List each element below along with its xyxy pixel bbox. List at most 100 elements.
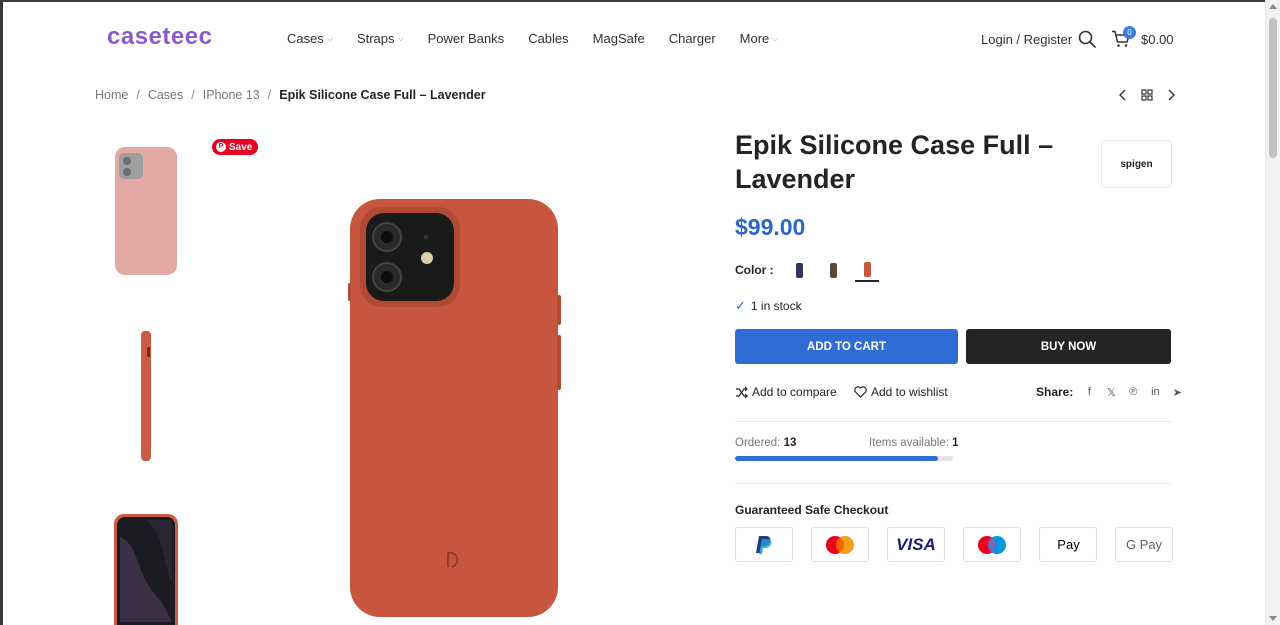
google-pay-text: G Pay [1125, 537, 1163, 552]
apple-pay-logo: Pay [1039, 527, 1097, 562]
nav-label: Cables [528, 31, 569, 46]
scroll-down-arrow-icon[interactable] [1269, 616, 1277, 621]
color-swatches [787, 258, 879, 282]
visa-logo: VISA [887, 527, 945, 562]
save-label: Save [229, 141, 253, 153]
grid-icon[interactable] [1140, 88, 1154, 102]
login-register-link[interactable]: Login / Register [981, 32, 1072, 47]
paypal-icon [756, 535, 772, 554]
add-to-wishlist-link[interactable]: Add to wishlist [854, 385, 948, 399]
google-pay-logo: G Pay [1115, 527, 1173, 562]
swatch-brown[interactable] [821, 258, 845, 282]
scrollbar-thumb[interactable] [1269, 18, 1277, 158]
maestro-logo [963, 527, 1021, 562]
add-to-compare-link[interactable]: Add to compare [735, 385, 837, 399]
nav-item-magsafe[interactable]: MagSafe [593, 31, 645, 46]
ordered-value: 13 [783, 437, 797, 449]
stock-status: ✓ 1 in stock [735, 298, 802, 314]
stock-text: 1 in stock [750, 299, 802, 313]
nav-label: Cases [287, 31, 324, 46]
cart-total[interactable]: $0.00 [1141, 32, 1174, 47]
ordered-label: Ordered: [735, 437, 781, 449]
visa-text: VISA [896, 534, 936, 554]
chevron-left-icon[interactable] [1116, 88, 1130, 102]
chevron-down-icon: ⌵ [772, 33, 779, 43]
apple-pay-text: Pay [1057, 537, 1080, 552]
swatch-navy-preview [795, 262, 803, 278]
available-label: Items available: [869, 437, 949, 449]
divider [735, 421, 1171, 422]
nav-label: Charger [668, 31, 716, 46]
nav-label: MagSafe [592, 31, 645, 46]
color-label: Color : [735, 263, 774, 277]
scroll-up-arrow-icon[interactable] [1269, 4, 1277, 9]
telegram-icon[interactable]: ➤ [1171, 386, 1183, 399]
breadcrumb-current: Epik Silicone Case Full – Lavender [279, 88, 486, 102]
nav-item-cases[interactable]: Cases ⌵ [287, 31, 333, 46]
mastercard-icon [826, 535, 854, 554]
brand-name: spigen [1120, 158, 1153, 170]
breadcrumb-separator: / [191, 88, 195, 102]
breadcrumb-separator: / [136, 88, 140, 102]
nav-label: Power Banks [427, 31, 505, 46]
heart-icon [854, 386, 867, 398]
ordered-count: Ordered: 13 [735, 437, 796, 449]
available-value: 1 [952, 437, 959, 449]
swatch-brown-preview [829, 262, 837, 278]
nav-item-cables[interactable]: Cables [528, 31, 568, 46]
check-icon: ✓ [735, 298, 746, 313]
cart-count-badge: 0 [1123, 26, 1136, 39]
gallery-thumb-pink[interactable] [107, 145, 185, 285]
swatch-navy[interactable] [787, 258, 811, 282]
chevron-right-icon[interactable] [1164, 88, 1178, 102]
breadcrumb-cases[interactable]: Cases [148, 88, 183, 102]
stock-progress-bar [735, 456, 953, 461]
payment-methods: VISA Pay G Pay [735, 527, 1173, 562]
divider [735, 483, 1171, 484]
pinterest-icon[interactable]: ℗ [1127, 386, 1139, 398]
share-label: Share: [1036, 385, 1074, 399]
search-icon[interactable] [1078, 30, 1096, 48]
linkedin-icon[interactable]: in [1149, 386, 1161, 398]
swatch-red[interactable] [855, 258, 879, 282]
breadcrumb-separator: / [267, 88, 272, 102]
compare-label: Add to compare [752, 385, 837, 399]
main-product-image[interactable] [340, 195, 570, 620]
site-logo[interactable]: caseteec [107, 23, 212, 51]
add-to-cart-button[interactable]: ADD TO CART [735, 329, 958, 364]
phone-case-pink-image [115, 147, 177, 275]
paypal-logo [735, 527, 793, 562]
phone-case-side-image [141, 331, 151, 461]
buy-now-button[interactable]: BUY NOW [966, 329, 1171, 364]
facebook-icon[interactable]: f [1083, 386, 1095, 398]
nav-item-charger[interactable]: Charger [669, 31, 716, 46]
nav-item-power-banks[interactable]: Power Banks [428, 31, 505, 46]
breadcrumb-iphone-13[interactable]: IPhone 13 [203, 88, 260, 102]
product-pager [1116, 88, 1178, 102]
gallery-thumb-side[interactable] [107, 327, 185, 467]
checkout-title: Guaranteed Safe Checkout [735, 503, 889, 517]
chevron-down-icon: ⌵ [326, 33, 333, 43]
pinterest-save-button[interactable]: P Save [212, 139, 259, 155]
gallery-thumb-front[interactable] [107, 512, 185, 625]
nav-label: Straps [356, 31, 395, 46]
brand-logo[interactable]: spigen [1101, 140, 1172, 188]
x-twitter-icon[interactable]: 𝕏 [1105, 386, 1117, 399]
wishlist-label: Add to wishlist [871, 385, 948, 399]
pinterest-icon: P [216, 142, 226, 152]
share-bar: Share: f 𝕏 ℗ in ➤ [1036, 385, 1183, 399]
breadcrumb-home[interactable]: Home [95, 88, 128, 102]
nav-item-more[interactable]: More ⌵ [740, 31, 779, 46]
nav-item-straps[interactable]: Straps ⌵ [357, 31, 404, 46]
main-nav: Cases ⌵ Straps ⌵ Power Banks Cables MagSaf… [287, 31, 802, 46]
maestro-icon [978, 535, 1006, 554]
window-frame-left [0, 0, 3, 625]
breadcrumb: Home / Cases / IPhone 13 / Epik Silicone… [95, 88, 486, 102]
product-title: Epik Silicone Case Full – Lavender [735, 130, 1054, 194]
product-price: $99.00 [735, 214, 806, 240]
vertical-scrollbar[interactable] [1265, 0, 1280, 625]
mastercard-logo [811, 527, 869, 562]
shuffle-icon [736, 386, 748, 398]
nav-label: More [739, 31, 770, 46]
stock-progress-fill [735, 456, 938, 461]
